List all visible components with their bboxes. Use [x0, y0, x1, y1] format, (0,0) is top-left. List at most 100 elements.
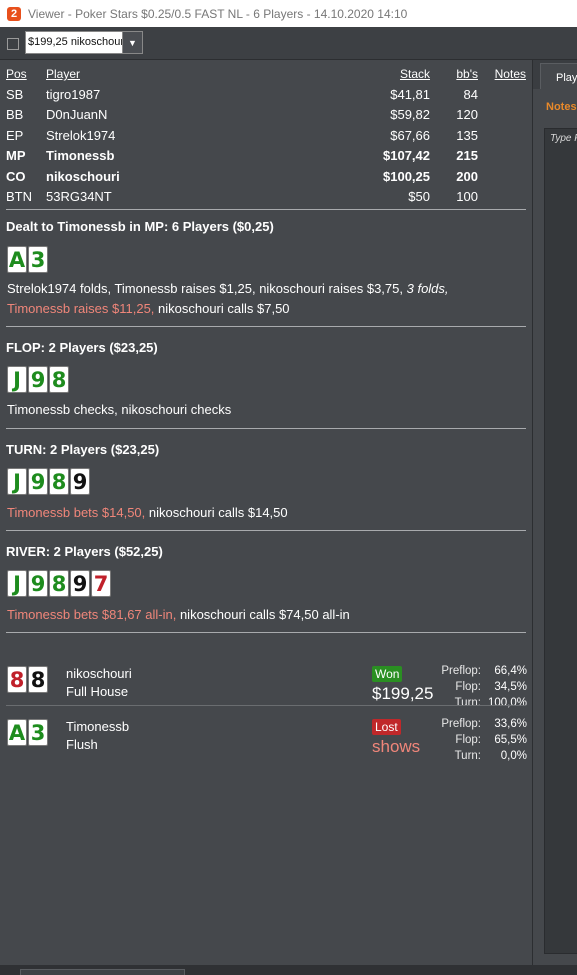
- action-text: Strelok1974 folds, Timonessb raises $1,2…: [7, 281, 407, 296]
- header-pos[interactable]: Pos: [6, 64, 27, 85]
- row-player: nikoschouri: [46, 168, 120, 184]
- turn-title: TURN: 2 Players ($23,25): [6, 442, 160, 457]
- equity-label: Turn:: [454, 750, 481, 762]
- row-pos: SB: [6, 86, 24, 102]
- equity-value: 33,6%: [494, 718, 527, 730]
- row-player: 53RG34NT: [46, 189, 112, 204]
- playing-card: 3: [28, 246, 48, 273]
- equity-stats: Preflop: 33,6% Flop: 65,5% Turn: 0,0%: [421, 716, 527, 764]
- row-player: Strelok1974: [46, 127, 116, 143]
- row-stack: $100,25: [383, 168, 430, 184]
- hole-cards: A 3: [7, 246, 48, 273]
- shown-cards: A 3: [7, 719, 48, 746]
- table-row[interactable]: CO nikoschouri $100,25 200: [6, 167, 526, 188]
- river-title: RIVER: 2 Players ($52,25): [6, 544, 163, 559]
- action-text: nikoschouri calls $7,50: [154, 301, 290, 316]
- flop-action: Timonessb checks, nikoschouri checks: [7, 402, 232, 417]
- action-text: nikoschouri calls $14,50: [145, 505, 288, 520]
- board-cards: J 9 8: [7, 366, 69, 393]
- row-bbs: 135: [456, 127, 478, 143]
- equity-label: Flop:: [455, 681, 481, 693]
- table-row[interactable]: BTN 53RG34NT $50 100: [6, 187, 526, 208]
- status-bar: [0, 965, 577, 975]
- notes-tab-body: Notes Type P: [533, 89, 577, 965]
- row-player: D0nJuanN: [46, 107, 108, 122]
- header-player[interactable]: Player: [46, 64, 80, 85]
- divider: [6, 705, 526, 706]
- row-bbs: 84: [463, 86, 478, 102]
- table-header: Pos Player Stack bb's Notes: [6, 64, 526, 85]
- shows-label: shows: [372, 737, 421, 756]
- flop-title: FLOP: 2 Players ($23,25): [6, 340, 158, 355]
- playing-card: J: [7, 468, 27, 495]
- header-bbs[interactable]: bb's: [456, 64, 478, 85]
- window-title: Viewer - Poker Stars $0.25/0.5 FAST NL -…: [28, 6, 408, 21]
- row-bbs: 200: [456, 168, 478, 184]
- equity-value: 66,4%: [494, 665, 527, 677]
- playing-card: 9: [28, 468, 48, 495]
- status-field[interactable]: [20, 969, 185, 975]
- divider: [6, 428, 526, 429]
- equity-label: Flop:: [455, 734, 481, 746]
- equity-value: 100,0%: [487, 697, 527, 709]
- preflop-title: Dealt to Timonessb in MP: 6 Players ($0,…: [6, 219, 274, 234]
- equity-label: Turn:: [454, 697, 481, 709]
- row-bbs: 120: [456, 107, 478, 122]
- row-stack: $41,81: [390, 86, 430, 102]
- playing-card: 3: [28, 719, 48, 746]
- preflop-action: Strelok1974 folds, Timonessb raises $1,2…: [7, 279, 522, 319]
- row-bbs: 100: [456, 189, 478, 204]
- lost-badge: Lost: [372, 719, 401, 735]
- playing-card: 8: [7, 666, 27, 693]
- chevron-down-icon[interactable]: ▼: [122, 32, 142, 53]
- player-notes-panel: Playe Notes Type P: [532, 60, 577, 965]
- tab-player[interactable]: Playe: [540, 63, 577, 90]
- playing-card: 8: [28, 666, 48, 693]
- row-stack: $107,42: [383, 148, 430, 163]
- river-action: Timonessb bets $81,67 all-in, nikoschour…: [7, 605, 522, 625]
- notes-label: Notes: [546, 101, 577, 113]
- equity-value: 65,5%: [494, 734, 527, 746]
- table-row[interactable]: SB tigro1987 $41,81 84: [6, 85, 526, 106]
- row-pos: BB: [6, 107, 24, 122]
- notes-placeholder: Type P: [550, 133, 577, 144]
- row-pos: EP: [6, 127, 24, 143]
- shown-cards: 8 8: [7, 666, 48, 693]
- row-pos: BTN: [6, 189, 32, 204]
- title-bar: 2 Viewer - Poker Stars $0.25/0.5 FAST NL…: [0, 0, 577, 27]
- result-hand-name: Full House: [66, 684, 129, 699]
- result-hand-name: Flush: [66, 737, 98, 752]
- hand-history-panel: Pos Player Stack bb's Notes SB tigro1987…: [0, 60, 532, 965]
- header-stack[interactable]: Stack: [400, 64, 430, 85]
- notes-input[interactable]: Type P: [544, 128, 577, 954]
- playing-card: A: [7, 719, 27, 746]
- divider: [6, 530, 526, 531]
- turn-action: Timonessb bets $14,50, nikoschouri calls…: [7, 503, 522, 523]
- hand-select-value: $199,25 nikoschour: [28, 36, 124, 48]
- row-player: Timonessb: [46, 148, 115, 163]
- playing-card: 9: [28, 366, 48, 393]
- row-pos: MP: [6, 148, 26, 163]
- playing-card: 8: [49, 570, 69, 597]
- equity-label: Preflop:: [441, 665, 481, 677]
- board-cards: J 9 8 9: [7, 468, 90, 495]
- header-notes[interactable]: Notes: [495, 64, 526, 85]
- equity-value: 34,5%: [494, 681, 527, 693]
- equity-value: 0,0%: [500, 750, 527, 762]
- action-text-italic: 3 folds,: [406, 281, 449, 296]
- action-text: nikoschouri calls $74,50 all-in: [176, 607, 350, 622]
- hand-select-dropdown[interactable]: $199,25 nikoschour ▼: [25, 31, 143, 54]
- table-row[interactable]: EP Strelok1974 $67,66 135: [6, 126, 526, 147]
- action-highlight: Timonessb bets $81,67 all-in,: [7, 607, 177, 622]
- select-hand-checkbox[interactable]: [7, 38, 19, 50]
- playing-card: J: [7, 570, 27, 597]
- table-row[interactable]: MP Timonessb $107,42 215: [6, 146, 526, 167]
- playing-card: 9: [70, 468, 90, 495]
- result-player-name: nikoschouri: [66, 666, 132, 681]
- row-stack: $67,66: [390, 127, 430, 143]
- table-row[interactable]: BB D0nJuanN $59,82 120: [6, 105, 526, 126]
- result-player-name: Timonessb: [66, 719, 130, 734]
- playing-card: J: [7, 366, 27, 393]
- showdown-result-loser: A 3 Timonessb Flush Lost shows Preflop: 3…: [7, 716, 527, 765]
- players-table: Pos Player Stack bb's Notes SB tigro1987…: [6, 64, 526, 208]
